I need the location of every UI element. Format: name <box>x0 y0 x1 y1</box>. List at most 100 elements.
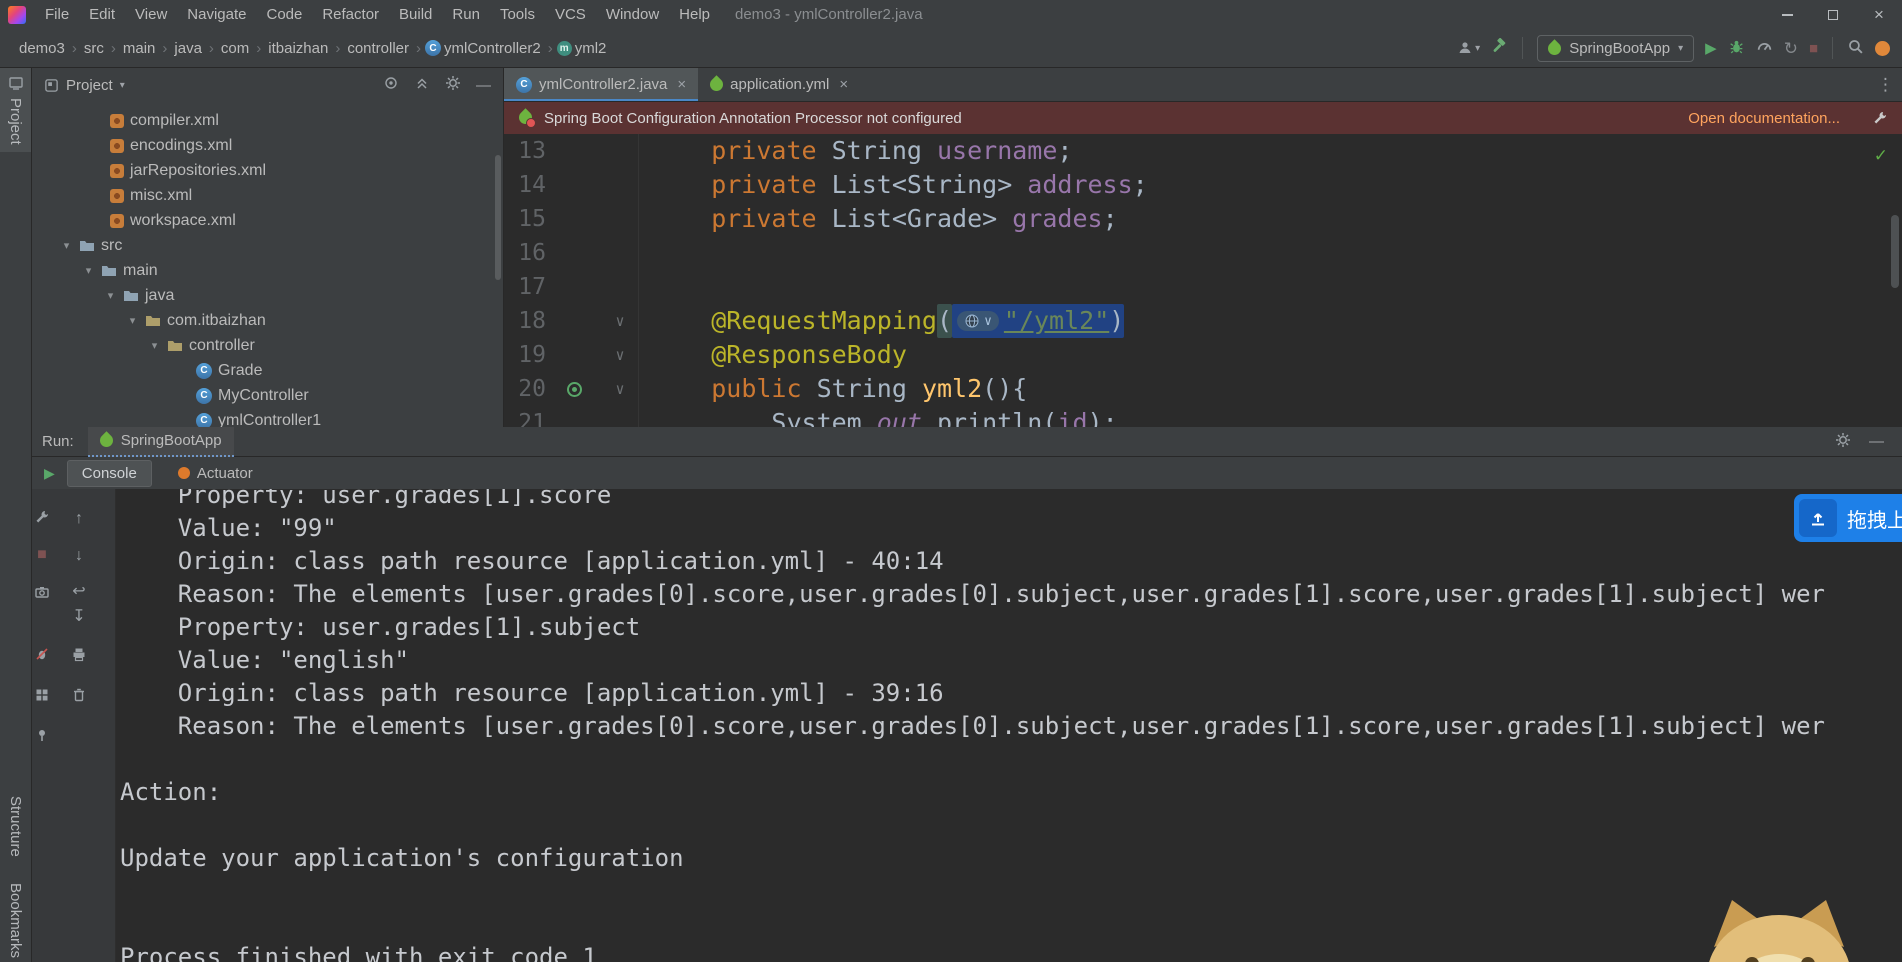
mute-breakpoints-button[interactable] <box>32 644 52 664</box>
project-panel-title[interactable]: Project <box>66 77 113 94</box>
chevron-down-icon[interactable]: ▾ <box>82 264 95 277</box>
breadcrumb-main[interactable]: main <box>120 38 159 59</box>
code-line[interactable]: 15 private List<Grade> grades; <box>504 202 1902 236</box>
breadcrumb-itbaizhan[interactable]: itbaizhan <box>265 38 331 59</box>
fold-icon[interactable]: ∨ <box>615 380 624 398</box>
tree-item[interactable]: misc.xml <box>32 183 503 208</box>
code-with-me-button[interactable]: ▾ <box>1457 40 1480 56</box>
line-number[interactable]: 20 <box>504 372 546 406</box>
line-number[interactable]: 16 <box>504 236 546 270</box>
settings-button[interactable] <box>445 75 461 95</box>
soft-wrap-button[interactable]: ↩ <box>69 582 89 602</box>
tree-item[interactable]: ymlController1 <box>32 408 503 427</box>
tab-ymlcontroller2[interactable]: ymlController2.java × <box>504 68 699 101</box>
tree-item[interactable]: compiler.xml <box>32 108 503 133</box>
settings-button[interactable] <box>1835 432 1851 452</box>
tree-item[interactable]: Grade <box>32 358 503 383</box>
console-output[interactable]: Property: user.grades[1].score Value: "9… <box>120 489 1902 962</box>
code-line[interactable]: 19 ∨ @ResponseBody <box>504 338 1902 372</box>
line-number[interactable]: 21 <box>504 406 546 427</box>
close-tab-icon[interactable]: × <box>677 76 686 93</box>
locate-file-button[interactable] <box>383 75 399 95</box>
layout-settings-button[interactable] <box>32 685 52 705</box>
breadcrumb-com[interactable]: com <box>218 38 252 59</box>
clear-console-button[interactable] <box>69 685 89 705</box>
run-config-tab[interactable]: SpringBootApp <box>87 426 234 457</box>
line-number[interactable]: 19 <box>504 338 546 372</box>
run-button[interactable]: ▶ <box>1705 41 1717 56</box>
tree-item[interactable]: MyController <box>32 383 503 408</box>
line-number[interactable]: 15 <box>504 202 546 236</box>
menu-tools[interactable]: Tools <box>491 3 544 26</box>
scroll-to-end-button[interactable]: ↧ <box>69 607 89 627</box>
build-button[interactable] <box>1491 37 1508 59</box>
chevron-down-icon[interactable]: ▾ <box>120 80 125 91</box>
thread-dump-button[interactable] <box>32 582 52 602</box>
code-line[interactable]: 18 ∨ @RequestMapping(∨ "/yml2") <box>504 304 1902 338</box>
chevron-down-icon[interactable]: ▾ <box>60 239 73 252</box>
code-line[interactable]: 17 <box>504 270 1902 304</box>
editor-scrollbar[interactable] <box>1891 215 1899 288</box>
code-line[interactable]: 14 private List<String> address; <box>504 168 1902 202</box>
tree-item[interactable]: ▾ controller <box>32 333 503 358</box>
breadcrumb-method[interactable]: yml2 <box>572 38 610 59</box>
code-editor[interactable]: 13 private String username; 14 private L… <box>504 134 1902 427</box>
menu-window[interactable]: Window <box>597 3 668 26</box>
hide-panel-button[interactable]: — <box>1869 434 1884 449</box>
breadcrumb-class[interactable]: ymlController2 <box>441 38 544 59</box>
url-inlay[interactable]: ∨ <box>957 311 999 331</box>
menu-view[interactable]: View <box>126 3 176 26</box>
wrench-icon[interactable] <box>1872 110 1888 126</box>
open-documentation-link[interactable]: Open documentation... <box>1688 110 1862 127</box>
menu-help[interactable]: Help <box>670 3 719 26</box>
chevron-down-icon[interactable]: ▾ <box>126 314 139 327</box>
tree-item[interactable]: workspace.xml <box>32 208 503 233</box>
menu-navigate[interactable]: Navigate <box>178 3 255 26</box>
tree-item[interactable]: ▾ com.itbaizhan <box>32 308 503 333</box>
breadcrumb-java[interactable]: java <box>171 38 205 59</box>
pin-tab-button[interactable] <box>32 725 52 745</box>
close-button[interactable]: × <box>1856 0 1902 29</box>
code-line[interactable]: 13 private String username; <box>504 134 1902 168</box>
menu-build[interactable]: Build <box>390 3 441 26</box>
tree-item[interactable]: ▾ java <box>32 283 503 308</box>
close-tab-icon[interactable]: × <box>839 76 848 93</box>
collapse-all-button[interactable] <box>414 75 430 95</box>
line-number[interactable]: 13 <box>504 134 546 168</box>
fold-icon[interactable]: ∨ <box>615 312 624 330</box>
rerun-icon[interactable]: ↻ <box>1784 40 1798 57</box>
code-line[interactable]: 16 <box>504 236 1902 270</box>
search-everywhere-button[interactable] <box>1847 38 1864 59</box>
profiler-button[interactable] <box>1756 38 1773 59</box>
run-settings-button[interactable] <box>32 507 52 527</box>
more-tabs-icon[interactable]: ⋮ <box>1877 68 1894 102</box>
menu-run[interactable]: Run <box>443 3 489 26</box>
debug-button[interactable] <box>1728 38 1745 59</box>
tool-button-project[interactable]: Project <box>0 68 31 152</box>
stop-button[interactable]: ■ <box>32 545 52 565</box>
chevron-down-icon[interactable]: ▾ <box>148 339 161 352</box>
rerun-button[interactable]: ▶ <box>44 466 55 480</box>
drag-upload-button[interactable]: 拖拽上传 <box>1794 494 1902 542</box>
code-line[interactable]: 20 ∨ public String yml2(){ <box>504 372 1902 406</box>
project-scrollbar[interactable] <box>495 155 501 280</box>
breadcrumb-controller[interactable]: controller <box>344 38 412 59</box>
tree-item[interactable]: jarRepositories.xml <box>32 158 503 183</box>
orange-status-icon[interactable] <box>1875 40 1890 56</box>
breadcrumb-demo3[interactable]: demo3 <box>16 38 68 59</box>
hide-panel-button[interactable]: — <box>476 78 491 93</box>
menu-refactor[interactable]: Refactor <box>313 3 388 26</box>
tool-button-structure[interactable]: Structure <box>7 796 24 857</box>
maximize-button[interactable] <box>1810 0 1856 29</box>
breadcrumb-src[interactable]: src <box>81 38 107 59</box>
stop-button[interactable]: ■ <box>1809 41 1818 56</box>
run-gutter-icon[interactable] <box>566 381 582 397</box>
menu-code[interactable]: Code <box>257 3 311 26</box>
menu-vcs[interactable]: VCS <box>546 3 595 26</box>
tab-actuator[interactable]: Actuator <box>164 461 267 486</box>
menu-file[interactable]: File <box>36 3 78 26</box>
tool-button-bookmarks[interactable]: Bookmarks <box>7 883 24 958</box>
tab-application-yml[interactable]: application.yml × <box>698 68 860 101</box>
tree-item[interactable]: ▾ main <box>32 258 503 283</box>
line-number[interactable]: 14 <box>504 168 546 202</box>
